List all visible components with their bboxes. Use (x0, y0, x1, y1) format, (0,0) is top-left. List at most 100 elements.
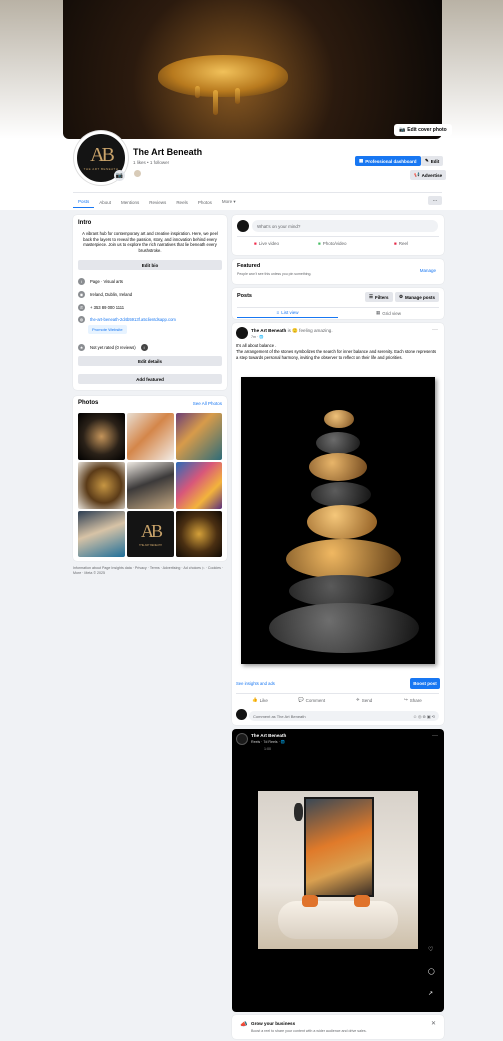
edit-cover-button[interactable]: 📷 Edit cover photo (394, 124, 452, 136)
photo-thumbnail[interactable] (78, 462, 125, 509)
likes-count[interactable]: 1 likes • 1 follower (133, 160, 169, 165)
avatar-subtitle: THE ART BENEATH (83, 167, 119, 171)
comment-input[interactable]: Comment as The Art Beneath ☺◎⊚▣⟲ (249, 711, 439, 721)
composer-input[interactable]: What's on your mind? (252, 220, 438, 232)
featured-title: Featured (237, 263, 261, 269)
footer-links[interactable]: Information about Page Insights data · P… (73, 566, 227, 576)
filters-button[interactable]: ☰ Filters (365, 292, 393, 302)
category-row: i Page · Visual arts (78, 278, 123, 285)
stone (316, 432, 360, 454)
professional-dashboard-button[interactable]: ▦ Professional dashboard (355, 156, 421, 166)
reel-comment-icon[interactable]: ◯ (428, 968, 435, 975)
stone (324, 410, 354, 428)
reel-share-icon[interactable]: ↗ (428, 990, 433, 997)
post-author-name[interactable]: The Art Beneath (251, 328, 286, 333)
page-title: The Art Beneath (133, 147, 203, 157)
live-video-button[interactable]: ■ Live video (254, 241, 279, 246)
header-divider (73, 192, 442, 193)
info-circle-icon[interactable]: i (140, 344, 148, 351)
cover-photo[interactable] (63, 0, 442, 139)
tab-photos[interactable]: Photos (193, 196, 217, 208)
stone (286, 539, 401, 579)
stone (269, 603, 419, 653)
more-options-button[interactable]: ··· (428, 196, 442, 205)
reel-options-button[interactable]: ··· (432, 733, 438, 739)
page-header: 📷 Edit cover photo AB THE ART BENEATH 📷 … (0, 0, 503, 210)
manage-posts-button[interactable]: ⚙ Manage posts (395, 292, 440, 302)
like-button[interactable]: 👍 Like (252, 697, 268, 703)
promote-website-button[interactable]: Promote Website (88, 325, 127, 334)
star-icon: ★ (78, 344, 85, 351)
tab-more[interactable]: More ▾ (217, 196, 241, 208)
edit-bio-button[interactable]: Edit bio (78, 260, 222, 270)
photo-thumbnail[interactable] (127, 413, 174, 460)
camera-icon: 📷 (399, 127, 406, 133)
pendant-lamp (294, 803, 303, 821)
photo-thumbnail[interactable]: AB THE ART BENEATH (127, 511, 174, 557)
comment-tools-icons[interactable]: ☺◎⊚▣⟲ (413, 714, 436, 719)
photo-monogram-sub: THE ART BENEATH (139, 544, 162, 547)
post-author-line: The Art Beneath is 🙂 feeling amazing. (251, 328, 333, 334)
follower-avatar[interactable] (133, 169, 142, 178)
reel-post-card: The Art Beneath Reels · 7d Reels · 🌐 1:0… (232, 729, 444, 1012)
see-all-photos-link[interactable]: See All Photos (193, 401, 222, 406)
manage-featured-link[interactable]: Manage (420, 268, 436, 273)
website-link[interactable]: the-art-beneath-2d4b5913f.a5clientdsapp.… (90, 317, 176, 322)
reel-button[interactable]: ■ Reel (394, 241, 408, 246)
see-insights-link[interactable]: See insights and ads (236, 681, 275, 686)
reel-meta: Reels · 7d Reels · 🌐 (251, 740, 286, 744)
post-options-button[interactable]: ··· (432, 327, 438, 333)
grid-view-tab[interactable]: ▦ Grid view (338, 308, 439, 318)
edit-details-button[interactable]: Edit details (78, 356, 222, 366)
photo-thumbnail[interactable] (176, 462, 222, 509)
add-featured-button[interactable]: Add featured (78, 374, 222, 384)
advertise-button[interactable]: 📢 Advertise (410, 170, 447, 180)
tab-posts[interactable]: Posts (73, 196, 95, 208)
photo-video-button[interactable]: ■ Photo/video (318, 241, 347, 246)
close-icon[interactable]: ✕ (431, 1020, 436, 1027)
stone (307, 505, 377, 539)
tab-reviews[interactable]: Reviews (144, 196, 171, 208)
filters-label: Filters (375, 294, 389, 300)
photo-icon: ■ (318, 241, 321, 246)
photo-thumbnail[interactable] (78, 511, 125, 557)
photo-thumbnail[interactable] (78, 413, 125, 460)
comment-label: Comment (305, 697, 326, 703)
post-card: The Art Beneath is 🙂 feeling amazing. 7m… (232, 323, 444, 725)
reel-video[interactable] (258, 791, 418, 949)
gold-drip (213, 90, 218, 115)
cover-side-right (442, 0, 503, 139)
gold-drip (195, 86, 200, 98)
comment-button[interactable]: 💬 Comment (298, 697, 325, 703)
posts-header-card: Posts ☰ Filters ⚙ Manage posts ≡ List vi… (232, 288, 444, 319)
banner-desc: Boost a reel to share your content with … (251, 1029, 367, 1033)
tab-reels[interactable]: Reels (171, 196, 193, 208)
reel-author-avatar[interactable] (236, 733, 248, 745)
post-author-avatar[interactable] (236, 327, 248, 339)
photo-thumbnail[interactable] (127, 462, 174, 509)
featured-desc: People won't see this unless you pin som… (237, 272, 312, 276)
photo-thumbnail[interactable] (176, 511, 222, 557)
post-image-stones[interactable] (241, 377, 435, 664)
send-button[interactable]: ✈ Send (356, 697, 372, 703)
reel-like-icon[interactable]: ♡ (428, 946, 433, 953)
reel-author-name[interactable]: The Art Beneath (251, 733, 286, 738)
photo-thumbnail[interactable] (176, 413, 222, 460)
comment-icon: 💬 (298, 697, 304, 702)
tab-mentions[interactable]: Mentions (116, 196, 144, 208)
post-timestamp[interactable]: 7m · 🌐 (251, 335, 264, 339)
list-view-tab[interactable]: ≡ List view (237, 308, 338, 318)
edit-page-button[interactable]: ✎ Edit (421, 156, 444, 166)
painting-canvas (304, 797, 374, 897)
advertise-label: Advertise (421, 172, 443, 178)
facebook-page: 📷 Edit cover photo AB THE ART BENEATH 📷 … (0, 0, 503, 1041)
edit-label: Edit (430, 158, 440, 164)
share-button[interactable]: ↪ Share (404, 697, 422, 703)
photos-card: Photos See All Photos AB THE ART BENEATH (73, 396, 227, 561)
camera-icon[interactable]: 📷 (114, 170, 125, 181)
location-row: ◉ Ireland, Dublin, Ireland (78, 291, 132, 298)
posts-title: Posts (237, 293, 252, 299)
list-view-label: List view (281, 310, 299, 315)
tab-about[interactable]: About (94, 196, 116, 208)
boost-post-button[interactable]: Boost post (410, 678, 440, 689)
